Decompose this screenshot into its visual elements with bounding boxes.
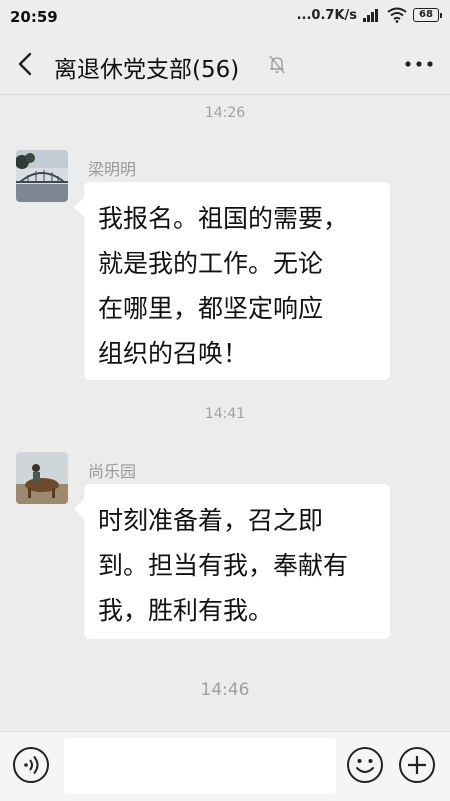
bridge-photo — [16, 150, 68, 202]
message-line: 组织的召唤！ — [98, 339, 249, 368]
message-line: 我报名。祖国的需要， — [98, 204, 349, 233]
chat-header: 离退休党支部(56) — [0, 34, 450, 95]
status-time: 20:59 — [10, 8, 58, 26]
timestamp: 14:26 — [204, 105, 246, 121]
plus-icon[interactable] — [398, 746, 436, 784]
signal-icon — [363, 8, 381, 22]
chat-title: 离退休党支部(56) — [54, 57, 240, 83]
message-line: 我，胜利有我。 — [98, 596, 274, 625]
voice-icon[interactable] — [12, 746, 50, 784]
rider-photo — [16, 452, 68, 504]
network-speed: ...0.7K/s — [296, 7, 357, 23]
timestamp: 14:46 — [200, 680, 250, 700]
message-line: 到。担当有我，奉献有 — [98, 551, 349, 580]
message-input[interactable] — [64, 738, 336, 794]
message-bubble[interactable]: 我报名。祖国的需要， 就是我的工作。无论 在哪里，都坚定响应 组织的召唤！ — [84, 182, 390, 380]
avatar[interactable] — [16, 150, 68, 202]
battery-level: 68 — [413, 8, 439, 22]
emoji-icon[interactable] — [346, 746, 384, 784]
sender-name: 梁明明 — [88, 160, 137, 179]
message-bubble[interactable]: 时刻准备着，召之即 到。担当有我，奉献有 我，胜利有我。 — [84, 484, 390, 639]
bell-muted-icon — [269, 55, 285, 74]
timestamp: 14:41 — [204, 406, 246, 422]
message-line: 在哪里，都坚定响应 — [98, 294, 324, 323]
wifi-icon — [387, 7, 407, 23]
chevron-left-icon[interactable] — [12, 50, 40, 78]
battery-icon: 68 — [413, 8, 442, 22]
status-icons: ...0.7K/s 68 — [297, 7, 442, 23]
ellipsis-icon[interactable] — [404, 56, 434, 72]
input-bar — [0, 731, 450, 801]
message-line: 就是我的工作。无论 — [98, 249, 324, 278]
message-line: 时刻准备着，召之即 — [98, 506, 324, 535]
status-bar: 20:59 ...0.7K/s 68 — [0, 0, 450, 34]
sender-name: 尚乐园 — [88, 462, 137, 481]
avatar[interactable] — [16, 452, 68, 504]
